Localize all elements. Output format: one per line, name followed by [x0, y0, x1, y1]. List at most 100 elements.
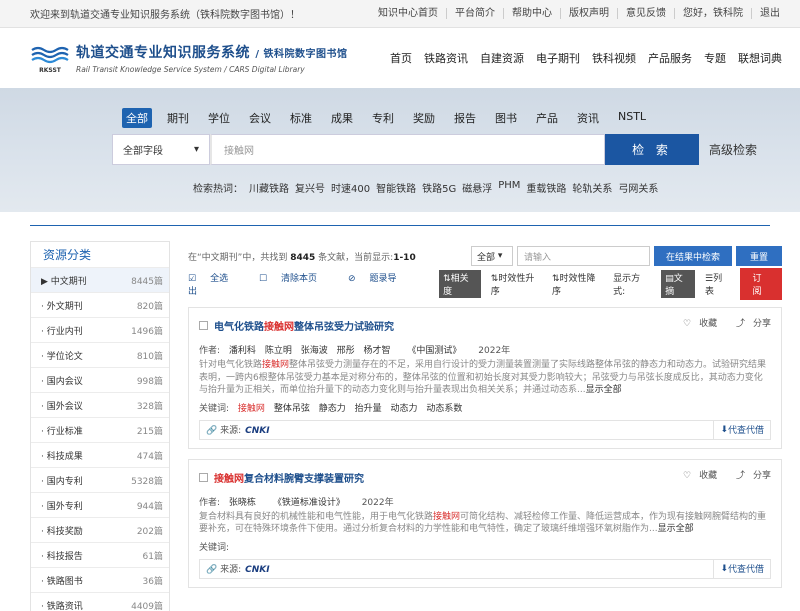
keyword-link[interactable]: 抬升量	[355, 404, 382, 414]
author-link[interactable]: 潘利科	[229, 346, 256, 356]
in-result-field-select[interactable]: 全部 ▾	[470, 246, 513, 266]
tab-award[interactable]: 奖励	[409, 108, 439, 128]
sidebar-item-count: 1496篇	[131, 326, 163, 337]
show-all-link[interactable]: 显示全部	[586, 385, 622, 395]
hot-term[interactable]: 智能铁路	[376, 180, 416, 195]
nav-dictionary[interactable]: 联想词典	[738, 50, 782, 66]
search-button[interactable]: 检 索	[605, 134, 699, 165]
sidebar-item-thesis[interactable]: · 学位论文 810篇	[31, 342, 169, 367]
sidebar-item-foreign-journal[interactable]: · 外文期刊 820篇	[31, 292, 169, 317]
hot-term[interactable]: 磁悬浮	[462, 180, 492, 195]
tab-patent[interactable]: 专利	[368, 108, 398, 128]
top-link-intro[interactable]: 平台简介	[446, 8, 503, 19]
display-abstract[interactable]: ▤文摘	[661, 270, 696, 298]
nav-topics[interactable]: 专题	[704, 50, 726, 66]
site-logo[interactable]: RKSST 轨道交通专业知识服务系统 / 铁科院数字图书馆 Rail Trans…	[30, 42, 348, 74]
journal-link[interactable]: 《中国测试》	[407, 346, 461, 356]
sidebar-item-cn-conference[interactable]: · 国内会议 998篇	[31, 367, 169, 392]
author-link[interactable]: 张晓栋	[229, 498, 256, 508]
sidebar-item-standard[interactable]: · 行业标准 215篇	[31, 417, 169, 442]
sidebar-item-award[interactable]: · 科技奖励 202篇	[31, 517, 169, 542]
show-all-link[interactable]: 显示全部	[658, 524, 694, 534]
tab-all[interactable]: 全部	[122, 108, 152, 128]
reset-button[interactable]: 重置	[735, 246, 782, 266]
top-link-feedback[interactable]: 意见反馈	[617, 8, 674, 19]
hot-term[interactable]: 复兴号	[295, 180, 325, 195]
sidebar-item-cn-patent[interactable]: · 国内专利 5328篇	[31, 467, 169, 492]
borrow-button[interactable]: ⬇ 代查代借	[713, 420, 770, 439]
nav-videos[interactable]: 铁科视频	[592, 50, 636, 66]
sidebar-item-cn-journal[interactable]: ▶ 中文期刊 8445篇	[31, 267, 169, 292]
sort-time-asc[interactable]: ⇅时效性升序	[491, 271, 542, 297]
keyword-link[interactable]: 动态系数	[426, 404, 462, 414]
hot-term[interactable]: 重载铁路	[526, 180, 566, 195]
author-link[interactable]: 陈立明	[265, 346, 292, 356]
share-button[interactable]: ⤴ 分享	[728, 319, 771, 329]
tab-report[interactable]: 报告	[450, 108, 480, 128]
sidebar-item-achievement[interactable]: · 科技成果 474篇	[31, 442, 169, 467]
sidebar-item-foreign-conference[interactable]: · 国外会议 328篇	[31, 392, 169, 417]
nav-home[interactable]: 首页	[390, 50, 412, 66]
nav-own-resources[interactable]: 自建资源	[480, 50, 524, 66]
tab-standard[interactable]: 标准	[286, 108, 316, 128]
sidebar-item-foreign-patent[interactable]: · 国外专利 944篇	[31, 492, 169, 517]
in-result-input[interactable]: 请输入	[516, 246, 650, 266]
keyword-link[interactable]: 静态力	[319, 404, 346, 414]
top-link-user[interactable]: 您好，铁科院	[674, 8, 751, 19]
hot-term[interactable]: 弓网关系	[618, 180, 658, 195]
keyword-link[interactable]: 接触网	[238, 404, 265, 414]
clear-page-button[interactable]: ☐ 清除本页	[259, 274, 331, 284]
sidebar-item-news[interactable]: · 铁路资讯 4409篇	[31, 592, 169, 611]
author-link[interactable]: 邢彤	[337, 346, 355, 356]
select-all-button[interactable]: ☑ 全选	[188, 274, 242, 284]
borrow-button[interactable]: ⬇ 代查代借	[713, 559, 770, 578]
tab-journal[interactable]: 期刊	[163, 108, 193, 128]
keyword-link[interactable]: 动态力	[390, 404, 417, 414]
logo-lettering: RKSST	[39, 67, 62, 74]
hot-term[interactable]: 铁路5G	[422, 180, 456, 195]
nav-ejournals[interactable]: 电子期刊	[536, 50, 580, 66]
subscribe-button[interactable]: 订阅	[740, 268, 783, 300]
sort-relevance[interactable]: ⇅相关度	[439, 270, 481, 298]
field-select[interactable]: 全部字段 ▾	[112, 134, 210, 165]
tab-achievement[interactable]: 成果	[327, 108, 357, 128]
journal-link[interactable]: 《铁道标准设计》	[273, 498, 345, 508]
display-list[interactable]: ☰列表	[705, 271, 730, 297]
in-result-search-button[interactable]: 在结果中检索	[653, 246, 732, 266]
hot-term[interactable]: 川藏铁路	[249, 180, 289, 195]
result-checkbox[interactable]	[199, 321, 208, 330]
tab-nstl[interactable]: NSTL	[614, 108, 650, 128]
nav-rail-news[interactable]: 铁路资讯	[424, 50, 468, 66]
result-checkbox[interactable]	[199, 472, 208, 482]
tab-book[interactable]: 图书	[491, 108, 521, 128]
tab-product[interactable]: 产品	[532, 108, 562, 128]
top-link-copyright[interactable]: 版权声明	[560, 8, 617, 19]
author-link[interactable]: 杨才智	[363, 346, 390, 356]
sidebar-item-internal-journal[interactable]: · 行业内刊 1496篇	[31, 317, 169, 342]
top-link-home[interactable]: 知识中心首页	[370, 8, 446, 19]
cnki-logo[interactable]: CNKI	[245, 565, 269, 575]
collect-button[interactable]: ♡ 收藏	[675, 471, 717, 481]
hot-term[interactable]: 时速400	[331, 180, 370, 195]
display-label: 显示方式:	[613, 274, 641, 297]
abstract-highlight: 接触网	[262, 360, 290, 370]
author-link[interactable]: 张海波	[301, 346, 328, 356]
top-link-logout[interactable]: 退出	[751, 8, 788, 19]
sidebar-item-book[interactable]: · 铁路图书 36篇	[31, 567, 169, 592]
hot-term[interactable]: 轮轨关系	[572, 180, 612, 195]
sort-time-desc[interactable]: ⇅时效性降序	[552, 271, 603, 297]
hot-term[interactable]: PHM	[498, 180, 520, 195]
tab-news[interactable]: 资讯	[573, 108, 603, 128]
sidebar-item-report[interactable]: · 科技报告 61篇	[31, 542, 169, 567]
cnki-logo[interactable]: CNKI	[245, 426, 269, 436]
top-link-help[interactable]: 帮助中心	[503, 8, 560, 19]
advanced-search-link[interactable]: 高级检索	[709, 134, 757, 165]
resource-sidebar: 资源分类 ▶ 中文期刊 8445篇 · 外文期刊 820篇 · 行业内刊 1496篇 …	[30, 241, 170, 611]
tab-conference[interactable]: 会议	[245, 108, 275, 128]
collect-button[interactable]: ♡ 收藏	[675, 319, 717, 329]
tab-degree[interactable]: 学位	[204, 108, 234, 128]
search-input[interactable]	[210, 134, 605, 165]
keyword-link[interactable]: 整体吊弦	[274, 404, 310, 414]
nav-products[interactable]: 产品服务	[648, 50, 692, 66]
share-button[interactable]: ⤴ 分享	[728, 471, 771, 481]
